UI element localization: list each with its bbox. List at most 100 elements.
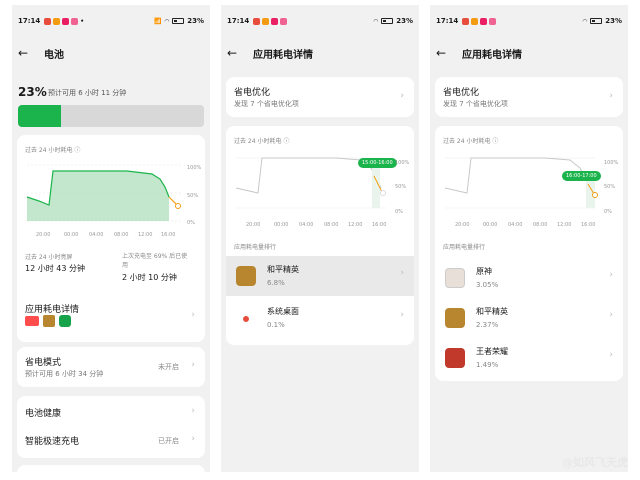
x-tick: 08:00: [324, 222, 339, 228]
app-icon: [236, 266, 256, 286]
optimize-sub: 发现 7 个省电优化项: [443, 100, 508, 108]
y-tick: 100%: [604, 160, 619, 166]
x-tick: 20:00: [36, 232, 51, 238]
status-battery: 23%: [605, 17, 622, 25]
app-icon: [445, 348, 465, 368]
last-charge-value: 2 小时 10 分钟: [122, 273, 177, 282]
y-tick: 50%: [604, 184, 616, 190]
chevron-right-icon: ›: [609, 91, 613, 101]
x-tick: 04:00: [299, 222, 314, 228]
x-tick: 00:00: [483, 222, 498, 228]
app-icon: [243, 316, 249, 322]
notification-icon: [262, 17, 270, 25]
chart-label: 过去 24 小时耗电 ⓘ: [234, 138, 290, 145]
battery-health-row[interactable]: 电池健康 ›: [17, 396, 205, 426]
list-item[interactable]: 系统桌面 0.1% ›: [226, 298, 414, 338]
power-optimize-row[interactable]: 省电优化 发现 7 个省电优化项 ›: [435, 77, 623, 117]
power-save-row[interactable]: 省电模式 预计可用 6 小时 34 分钟 未开启 ›: [17, 347, 205, 387]
wifi-icon: ◠: [164, 17, 170, 25]
notification-icon: [471, 17, 479, 25]
power-optimize-row[interactable]: 省电优化 发现 7 个省电优化项 ›: [226, 77, 414, 117]
notification-icon: [280, 17, 288, 25]
app-name: 系统桌面: [267, 307, 299, 316]
app-icon: [445, 308, 465, 328]
app-percent: 2.37%: [476, 321, 499, 329]
chevron-right-icon: ›: [191, 434, 195, 444]
app-icon: [43, 315, 55, 327]
y-tick: 100%: [187, 165, 202, 171]
chart-tooltip: 15:00-16:00: [358, 158, 397, 168]
x-tick: 12:00: [557, 222, 572, 228]
list-item[interactable]: 和平精英 2.37% ›: [435, 298, 623, 338]
status-battery: 23%: [396, 17, 413, 25]
screen-on-label: 过去 24 小时亮屏: [25, 254, 73, 261]
back-arrow-icon[interactable]: ←: [436, 46, 456, 60]
chart-label: 过去 24 小时耗电 ⓘ: [443, 138, 499, 145]
last-charge-label: 上次充电至 69% 后已使用: [122, 253, 188, 269]
notification-icon: [53, 17, 61, 25]
status-time: 17:14: [18, 17, 41, 25]
wifi-icon: ◠: [582, 17, 588, 25]
app-percent: 0.1%: [267, 321, 285, 329]
app-percent: 6.8%: [267, 279, 285, 287]
battery-percent: 23%: [18, 85, 47, 99]
fast-charge-row[interactable]: 智能极速充电 已开启 ›: [17, 426, 205, 456]
more-dot-icon: •: [80, 17, 85, 25]
page-title: 应用耗电详情: [462, 49, 522, 61]
notification-icon: [480, 17, 488, 25]
app-icon: [59, 315, 71, 327]
battery-icon: [590, 18, 603, 24]
notification-icon: [71, 17, 79, 25]
battery-level-fill: [18, 105, 61, 127]
chevron-right-icon: ›: [191, 310, 195, 320]
optimize-title: 省电优化: [443, 88, 480, 98]
list-item[interactable]: 和平精英 6.8% ›: [226, 256, 414, 296]
app-usage-screen: 17:14 ◠ 23% ← 应用耗电详情 省电优化 发现 7 个省电优化项 › …: [430, 5, 628, 472]
status-bar: 17:14 • 📶 ◠ 23%: [18, 15, 204, 27]
list-item[interactable]: 原神 3.05% ›: [435, 258, 623, 298]
battery-icon: [172, 18, 185, 24]
status-battery: 23%: [187, 17, 204, 25]
usage-chart: [444, 157, 598, 209]
app-bar: ← 电池: [18, 45, 204, 61]
app-name: 和平精英: [476, 307, 508, 316]
status-bar: 17:14 ◠ 23%: [436, 15, 622, 27]
battery-icon: [381, 18, 394, 24]
page-title: 应用耗电详情: [253, 49, 313, 61]
usage-card: 过去 24 小时耗电 ⓘ 100% 50% 0% 20:00 00:00 04:…: [17, 135, 205, 342]
notification-icon: [489, 17, 497, 25]
list-item[interactable]: 王者荣耀 1.49% ›: [435, 338, 623, 378]
chevron-right-icon: ›: [400, 268, 404, 278]
power-save-sub: 预计可用 6 小时 34 分钟: [25, 370, 104, 378]
notification-icon: [62, 17, 70, 25]
app-percent: 3.05%: [476, 281, 499, 289]
rank-label: 应用耗电量排行: [234, 244, 277, 251]
x-tick: 00:00: [64, 232, 79, 238]
app-name: 王者荣耀: [476, 347, 508, 356]
fast-charge-label: 智能极速充电: [25, 437, 80, 447]
y-tick: 100%: [395, 160, 410, 166]
status-bar: 17:14 ◠ 23%: [227, 15, 413, 27]
info-icon: ⓘ: [74, 147, 81, 154]
chevron-right-icon: ›: [609, 350, 613, 360]
notification-icon: [462, 17, 470, 25]
app-usage-screen: 17:14 ◠ 23% ← 应用耗电详情 省电优化 发现 7 个省电优化项 › …: [221, 5, 419, 472]
info-icon: ⓘ: [492, 138, 499, 145]
chevron-right-icon: ›: [400, 310, 404, 320]
app-bar: ← 应用耗电详情: [436, 45, 622, 61]
app-usage-details-row[interactable]: 应用耗电详情 ›: [17, 302, 205, 340]
chevron-right-icon: ›: [609, 310, 613, 320]
battery-settings-card: 电池健康 › 智能极速充电 已开启 ›: [17, 396, 205, 458]
notification-icon: [271, 17, 279, 25]
x-tick: 00:00: [274, 222, 289, 228]
page-title: 电池: [44, 49, 64, 61]
chart-label: 过去 24 小时耗电 ⓘ: [25, 147, 81, 154]
y-tick: 50%: [187, 193, 199, 199]
power-save-state: 未开启: [158, 363, 179, 371]
back-arrow-icon[interactable]: ←: [18, 46, 38, 60]
y-tick: 0%: [395, 209, 403, 215]
status-time: 17:14: [227, 17, 250, 25]
back-arrow-icon[interactable]: ←: [227, 46, 247, 60]
app-icon: [25, 316, 39, 326]
chevron-right-icon: ›: [609, 270, 613, 280]
